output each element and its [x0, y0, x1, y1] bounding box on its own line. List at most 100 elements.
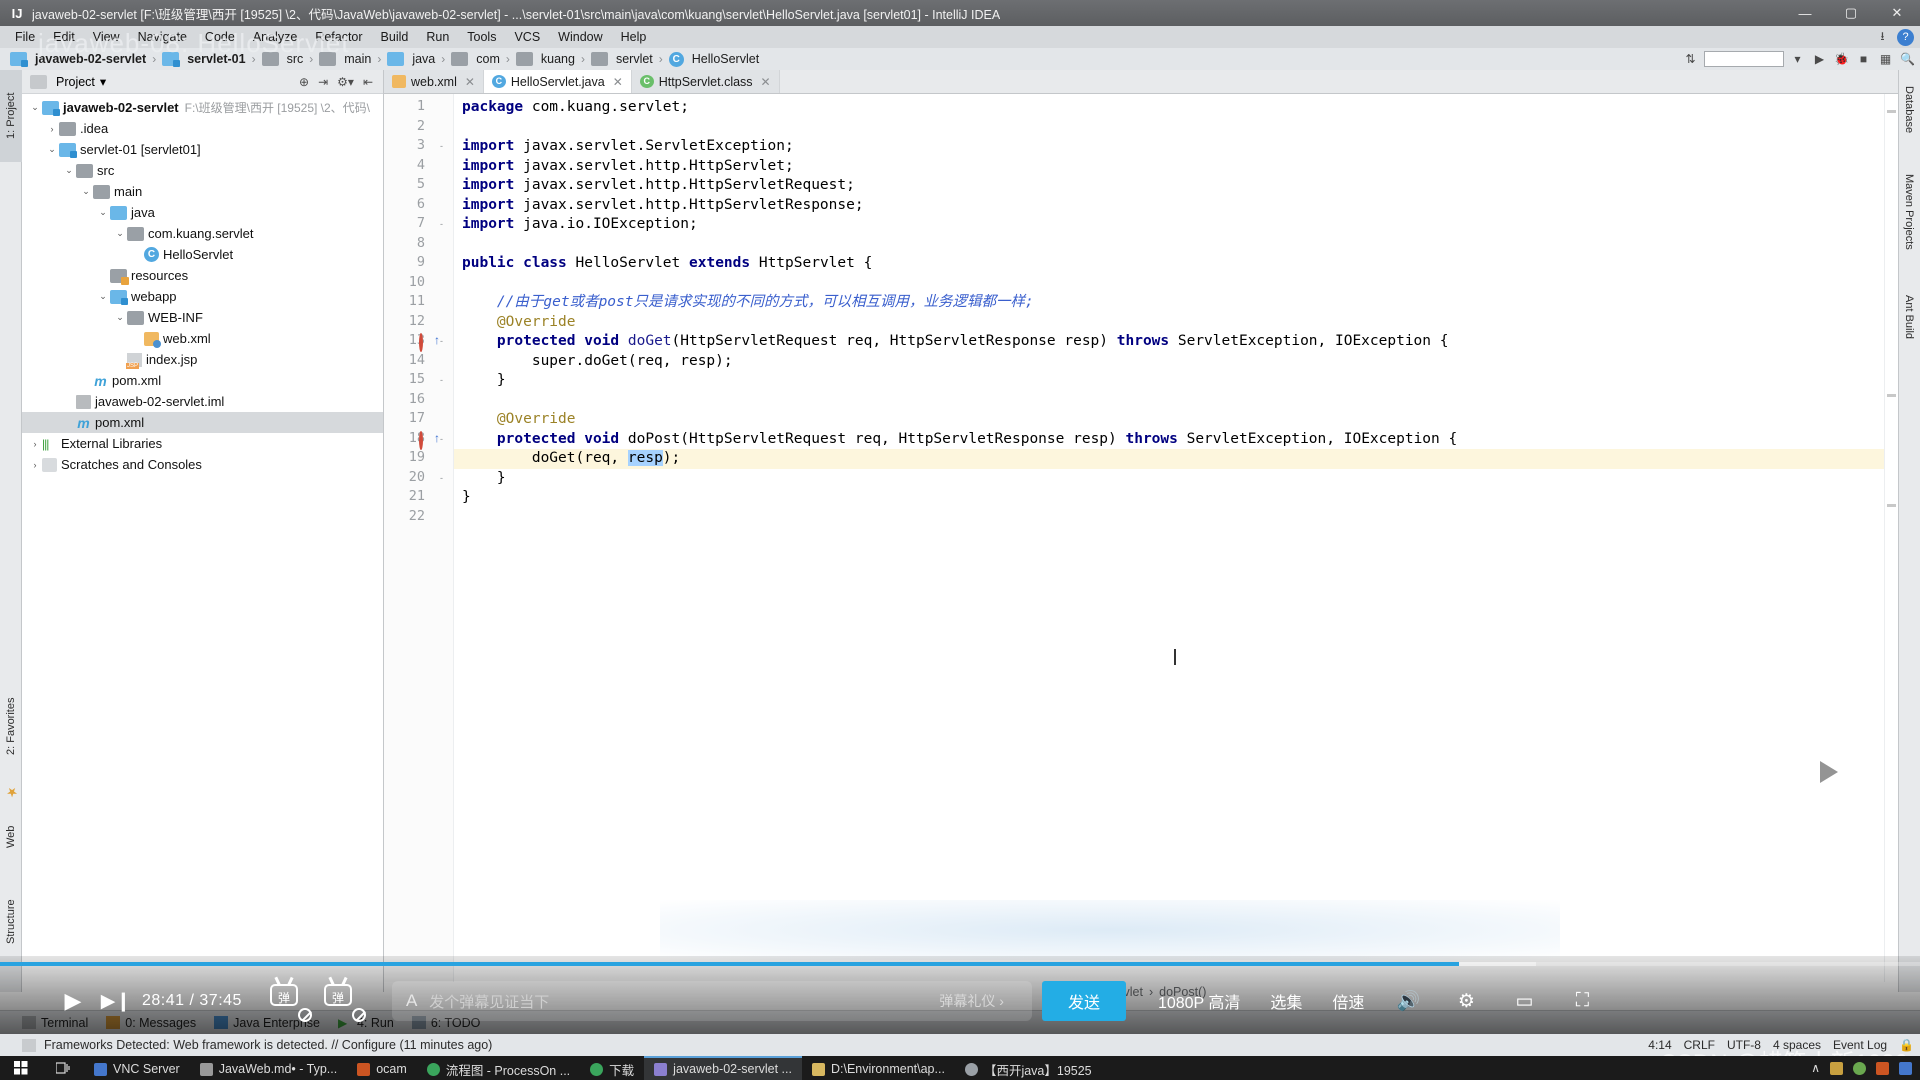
close-icon[interactable]: ✕	[613, 75, 623, 89]
tool-window-run[interactable]: ▶ 4: Run	[338, 1016, 394, 1030]
menu-help[interactable]: Help	[612, 28, 656, 46]
tree-item-scratches-and-consoles[interactable]: ›Scratches and Consoles	[22, 454, 383, 475]
target-icon[interactable]: ⊕	[299, 75, 309, 89]
close-icon[interactable]: ✕	[761, 75, 771, 89]
search-icon[interactable]: 🔍	[1899, 51, 1916, 68]
stop-icon[interactable]: ■	[1855, 51, 1872, 68]
tray-expand-icon[interactable]: ∧	[1811, 1061, 1820, 1075]
gear-icon[interactable]: ⚙▾	[337, 75, 354, 89]
tree-item-servlet-01-servlet01-[interactable]: ⌄servlet-01 [servlet01]	[22, 139, 383, 160]
project-tree[interactable]: ⌄javaweb-02-servletF:\班级管理\西开 [19525] \2…	[22, 94, 383, 475]
fold-toggle-icon[interactable]: -	[436, 141, 447, 152]
run-icon[interactable]: ▶	[1811, 51, 1828, 68]
tree-item-helloservlet[interactable]: CHelloServlet	[22, 244, 383, 265]
menu-vcs[interactable]: VCS	[505, 28, 549, 46]
override-method-icon[interactable]	[419, 431, 423, 450]
menu-window[interactable]: Window	[549, 28, 611, 46]
breadcrumb-item-class[interactable]: C HelloServlet	[667, 52, 761, 67]
taskbar-item-vnc-server[interactable]: VNC Server	[84, 1056, 190, 1080]
chevron-down-icon[interactable]: ⌄	[45, 144, 59, 155]
maximize-button[interactable]: ▢	[1828, 0, 1874, 26]
windows-start-icon[interactable]	[0, 1061, 42, 1075]
chevron-down-icon[interactable]: ⌄	[96, 291, 110, 302]
project-panel-title-group[interactable]: Project ▾	[26, 74, 106, 89]
run-configuration-select[interactable]	[1704, 51, 1784, 67]
chevron-down-icon[interactable]: ⌄	[79, 186, 93, 197]
minimize-button[interactable]: —	[1782, 0, 1828, 26]
fold-toggle-icon[interactable]: -	[436, 375, 447, 386]
tree-item-pom.xml[interactable]: mpom.xml	[22, 412, 383, 433]
implementing-method-arrow-icon[interactable]: ↑	[434, 334, 447, 347]
sidebar-item-structure[interactable]: Structure	[0, 882, 22, 962]
close-button[interactable]: ✕	[1874, 0, 1920, 26]
chevron-down-icon[interactable]: ⌄	[62, 165, 76, 176]
taskbar-item-ocam[interactable]: ocam	[347, 1056, 417, 1080]
gutter-marker[interactable]	[419, 433, 432, 446]
chevron-down-icon[interactable]: ⌄	[96, 207, 110, 218]
menu-tools[interactable]: Tools	[458, 28, 505, 46]
chevron-down-icon[interactable]: ⌄	[28, 102, 42, 113]
tray-icon-1[interactable]	[1830, 1062, 1843, 1075]
tool-window-terminal[interactable]: Terminal	[22, 1016, 88, 1030]
taskbar-item-intellij[interactable]: javaweb-02-servlet ...	[644, 1056, 802, 1080]
sidebar-item-ant-build[interactable]: Ant Build	[1898, 278, 1920, 356]
sort-icon[interactable]: ⇅	[1682, 51, 1699, 68]
tree-item-external-libraries[interactable]: ›|||External Libraries	[22, 433, 383, 454]
taskbar-item-explorer[interactable]: D:\Environment\ap...	[802, 1056, 955, 1080]
tree-item-index.jsp[interactable]: index.jsp	[22, 349, 383, 370]
tree-item-.idea[interactable]: ›.idea	[22, 118, 383, 139]
tab-helloservlet-java[interactable]: C HelloServlet.java ✕	[484, 70, 632, 93]
chevron-down-icon[interactable]: ▾	[100, 74, 106, 89]
fold-toggle-icon[interactable]: -	[436, 219, 447, 230]
chevron-down-icon[interactable]: ⌄	[113, 228, 127, 239]
chevron-down-icon[interactable]: ▾	[1789, 51, 1806, 68]
close-icon[interactable]: ✕	[465, 75, 475, 89]
updates-icon[interactable]: ⭳	[1874, 29, 1891, 46]
tray-icon-2[interactable]	[1853, 1062, 1866, 1075]
tree-item-web-inf[interactable]: ⌄WEB-INF	[22, 307, 383, 328]
chevron-right-icon[interactable]: ›	[45, 124, 59, 134]
sidebar-item-web[interactable]: Web	[0, 812, 22, 862]
tab-httpservlet-class[interactable]: C HttpServlet.class ✕	[632, 70, 780, 93]
chevron-down-icon[interactable]: ⌄	[113, 312, 127, 323]
tree-item-java[interactable]: ⌄java	[22, 202, 383, 223]
floating-play-widget[interactable]	[1786, 734, 1872, 810]
editor-gutter[interactable]: 123-4567-8910111213-↑1415-161718-↑1920-2…	[384, 94, 454, 992]
tree-item-pom.xml[interactable]: mpom.xml	[22, 370, 383, 391]
override-method-icon[interactable]	[419, 333, 423, 352]
editor-breadcrumb-method[interactable]: doPost()	[1159, 985, 1206, 999]
tree-item-main[interactable]: ⌄main	[22, 181, 383, 202]
chevron-right-icon[interactable]: ›	[28, 460, 42, 470]
taskbar-item-media[interactable]: 【西开java】19525	[955, 1056, 1102, 1080]
editor-code-area[interactable]: package com.kuang.servlet;import javax.s…	[462, 94, 1892, 992]
tree-item-src[interactable]: ⌄src	[22, 160, 383, 181]
taskbar-item-download[interactable]: 下载	[580, 1056, 644, 1080]
sidebar-item-project[interactable]: 1: Project	[0, 70, 22, 162]
menu-run[interactable]: Run	[417, 28, 458, 46]
breadcrumb-item-kuang[interactable]: kuang	[514, 52, 577, 66]
help-icon[interactable]: ?	[1897, 29, 1914, 46]
tool-window-messages[interactable]: 0: Messages	[106, 1016, 196, 1030]
tree-item-web.xml[interactable]: web.xml	[22, 328, 383, 349]
tool-window-todo[interactable]: 6: TODO	[412, 1016, 481, 1030]
sidebar-item-database[interactable]: Database	[1898, 74, 1920, 146]
status-message[interactable]: Frameworks Detected: Web framework is de…	[44, 1038, 492, 1052]
tree-item-resources[interactable]: resources	[22, 265, 383, 286]
tray-icon-3[interactable]	[1876, 1062, 1889, 1075]
fold-toggle-icon[interactable]: -	[436, 473, 447, 484]
tree-item-javaweb-02-servlet[interactable]: ⌄javaweb-02-servletF:\班级管理\西开 [19525] \2…	[22, 97, 383, 118]
debug-icon[interactable]: 🐞	[1833, 51, 1850, 68]
collapse-all-icon[interactable]: ⇥	[318, 75, 328, 89]
tree-item-javaweb-02-servlet.iml[interactable]: javaweb-02-servlet.iml	[22, 391, 383, 412]
chevron-right-icon[interactable]: ›	[28, 439, 42, 449]
taskbar-item-processon[interactable]: 流程图 - ProcessOn ...	[417, 1056, 580, 1080]
tree-item-com.kuang.servlet[interactable]: ⌄com.kuang.servlet	[22, 223, 383, 244]
menu-build[interactable]: Build	[372, 28, 418, 46]
taskbar-item-typora[interactable]: JavaWeb.md• - Typ...	[190, 1056, 348, 1080]
sidebar-item-favorites[interactable]: 2: Favorites	[0, 670, 22, 782]
event-log-icon[interactable]	[22, 1039, 36, 1052]
breadcrumb-item-java[interactable]: java	[385, 52, 437, 66]
breadcrumb-item-com[interactable]: com	[449, 52, 502, 66]
error-stripe[interactable]	[1884, 94, 1898, 992]
tool-window-java-enterprise[interactable]: Java Enterprise	[214, 1016, 320, 1030]
